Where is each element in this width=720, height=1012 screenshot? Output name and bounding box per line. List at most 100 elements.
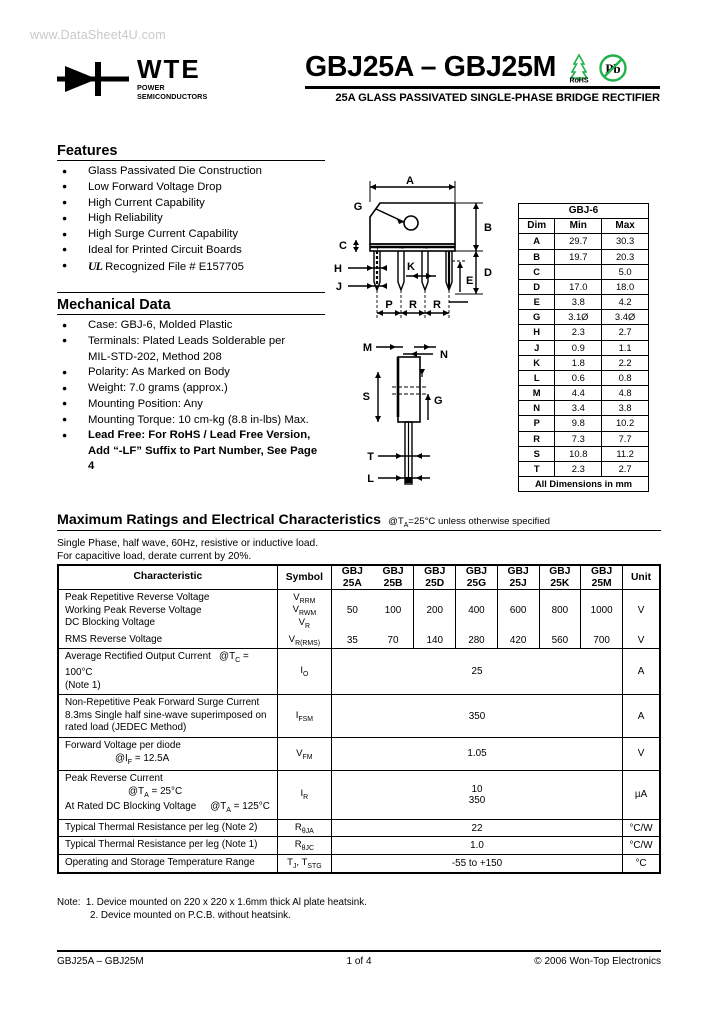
symbol-tj-tstg: TJ, TSTG — [276, 853, 332, 874]
svg-text:K: K — [407, 261, 415, 273]
symbol-io: IO — [276, 648, 332, 696]
min-cell: 3.1Ø — [554, 309, 603, 326]
mechanical-item-cont: MIL-STD-202, Method 208 — [88, 350, 222, 363]
dim-cell: A — [517, 233, 556, 250]
dim-cell: L — [517, 369, 556, 387]
row-label-peak-reverse-current: Peak Reverse Current@TA = 25°C At Rated … — [57, 770, 278, 820]
symbol-vrrm-group: VRRM VRWM VR — [276, 588, 332, 632]
dim-cell: K — [517, 354, 556, 371]
value-cell: 100 — [372, 588, 415, 632]
value-span-cell: 1.0 — [330, 836, 624, 855]
dim-cell: T — [517, 460, 556, 478]
value-cell: 35 — [330, 631, 373, 650]
logo-wordmark: WTE — [137, 54, 201, 84]
svg-text:G: G — [354, 201, 363, 213]
feature-item: Glass Passivated Die Construction — [57, 164, 325, 179]
load-note-2: For capacitive load, derate current by 2… — [57, 550, 252, 562]
max-cell: 5.0 — [601, 263, 649, 280]
value-cell: 700 — [580, 631, 624, 650]
max-cell: 3.8 — [601, 400, 649, 417]
col-header-gbj25j: GBJ 25J — [496, 564, 540, 590]
col-header-gbj25b: GBJ 25B — [372, 564, 415, 590]
max-cell: 2.7 — [601, 460, 649, 478]
svg-text:R: R — [409, 299, 417, 311]
value-span-cell: 25 — [330, 648, 624, 696]
dim-cell: J — [517, 339, 556, 356]
char-line: Non-Repetitive Peak Forward Surge Curren… — [65, 697, 260, 709]
min-cell: 17.0 — [554, 278, 603, 296]
row-label-average-rectified-output-current: Average Rectified Output Current @TC = 1… — [57, 648, 278, 696]
title-block: GBJ25A – GBJ25M RoHS Pb — [305, 50, 670, 104]
table-row: P 9.8 10.2 — [517, 415, 649, 432]
mechanical-item: Lead Free: For RoHS / Lead Free Version, — [57, 428, 325, 443]
lead-free-icon: Pb — [598, 53, 628, 83]
min-cell: 2.3 — [554, 324, 603, 341]
dim-cell: M — [517, 385, 556, 402]
svg-text:T: T — [367, 451, 374, 463]
dim-cell: P — [517, 415, 556, 432]
col-header-gbj25g: GBJ 25G — [455, 564, 498, 590]
svg-text:M: M — [363, 342, 372, 354]
col-header-unit: Unit — [622, 564, 661, 590]
max-ratings-heading: Maximum Ratings and Electrical Character… — [57, 512, 382, 528]
char-line: 8.3ms Single half sine-wave superimposed… — [65, 709, 267, 721]
value-cell: 600 — [496, 588, 540, 632]
mechanical-item: Weight: 7.0 grams (approx.) — [57, 381, 325, 396]
table-row: L 0.6 0.8 — [517, 369, 649, 387]
unit-cell: V — [622, 631, 661, 650]
mechanical-section: Mechanical Data Case: GBJ-6, Molded Plas… — [57, 292, 325, 475]
dim-cell: B — [517, 248, 556, 265]
svg-text:C: C — [339, 240, 347, 252]
table-row: N 3.4 3.8 — [517, 400, 649, 417]
feature-item-ul: UL Recognized File # E157705 — [57, 258, 325, 275]
svg-text:S: S — [363, 391, 370, 403]
svg-text:N: N — [440, 349, 448, 361]
rohs-tree-icon: RoHS — [565, 53, 593, 85]
company-logo: WTE POWER SEMICONDUCTORS — [57, 56, 227, 101]
footer-divider — [57, 950, 661, 952]
page-header: WTE POWER SEMICONDUCTORS GBJ25A – GBJ25M… — [0, 50, 720, 120]
svg-text:P: P — [385, 299, 392, 311]
unit-cell: °C/W — [622, 818, 661, 838]
max-cell: 20.3 — [601, 248, 649, 265]
footer-wrap: GBJ25A – GBJ25M 1 of 4 © 2006 Won-Top El… — [57, 956, 661, 967]
table-row: Peak Repetitive Reverse Voltage Working … — [57, 588, 661, 632]
value-cell: 800 — [538, 588, 582, 632]
table-row: C 5.0 — [517, 263, 649, 280]
max-cell: 2.7 — [601, 324, 649, 341]
feature-item: Low Forward Voltage Drop — [57, 179, 325, 195]
unit-cell: °C/W — [622, 836, 661, 855]
min-cell: 2.3 — [554, 460, 603, 478]
table-row: R 7.3 7.7 — [517, 430, 649, 447]
table-row: G 3.1Ø 3.4Ø — [517, 309, 649, 326]
table-row: H 2.3 2.7 — [517, 324, 649, 341]
datasheet-page: www.DataSheet4U.com WTE POWER SEMICONDUC… — [0, 0, 720, 1012]
char-line: rated load (JEDEC Method) — [65, 722, 187, 734]
max-cell: 7.7 — [601, 430, 649, 447]
load-note-1: Single Phase, half wave, 60Hz, resistive… — [57, 537, 319, 549]
row-label-thermal-resistance-ja: Typical Thermal Resistance per leg (Note… — [57, 818, 278, 838]
package-outline-drawing: A G + ~ ~ B C H J K D E P R R M N S G T … — [318, 172, 513, 492]
row-label-non-repetitive-peak-forward-surge-current: Non-Repetitive Peak Forward Surge Curren… — [57, 694, 278, 738]
max-cell: 18.0 — [601, 278, 649, 296]
dim-table-footer: All Dimensions in mm — [518, 476, 649, 493]
max-cell: 1.1 — [601, 339, 649, 356]
feature-item: Ideal for Printed Circuit Boards — [57, 242, 325, 258]
feature-item-label: Recognized File # E157705 — [105, 260, 244, 273]
watermark-text: www.DataSheet4U.com — [30, 28, 166, 42]
value-cell: 400 — [455, 588, 498, 632]
dim-cell: E — [517, 294, 556, 311]
svg-text:L: L — [367, 473, 374, 485]
table-row: Forward Voltage per diode@IF = 12.5A VFM… — [57, 736, 661, 772]
footnote-text: 1. Device mounted on 220 x 220 x 1.6mm t… — [85, 897, 367, 908]
col-header-gbj25k: GBJ 25K — [538, 564, 582, 590]
max-ratings-divider — [57, 529, 661, 531]
col-header-gbj25m: GBJ 25M — [580, 564, 624, 590]
row-label-operating-storage-temperature: Operating and Storage Temperature Range — [57, 853, 278, 874]
dim-cell: H — [517, 324, 556, 341]
svg-text:R: R — [433, 299, 441, 311]
max-cell: 3.4Ø — [601, 309, 649, 326]
min-cell: 3.8 — [554, 294, 603, 311]
value-cell: 1000 — [580, 588, 624, 632]
char-line: Peak Repetitive Reverse Voltage — [65, 592, 210, 603]
